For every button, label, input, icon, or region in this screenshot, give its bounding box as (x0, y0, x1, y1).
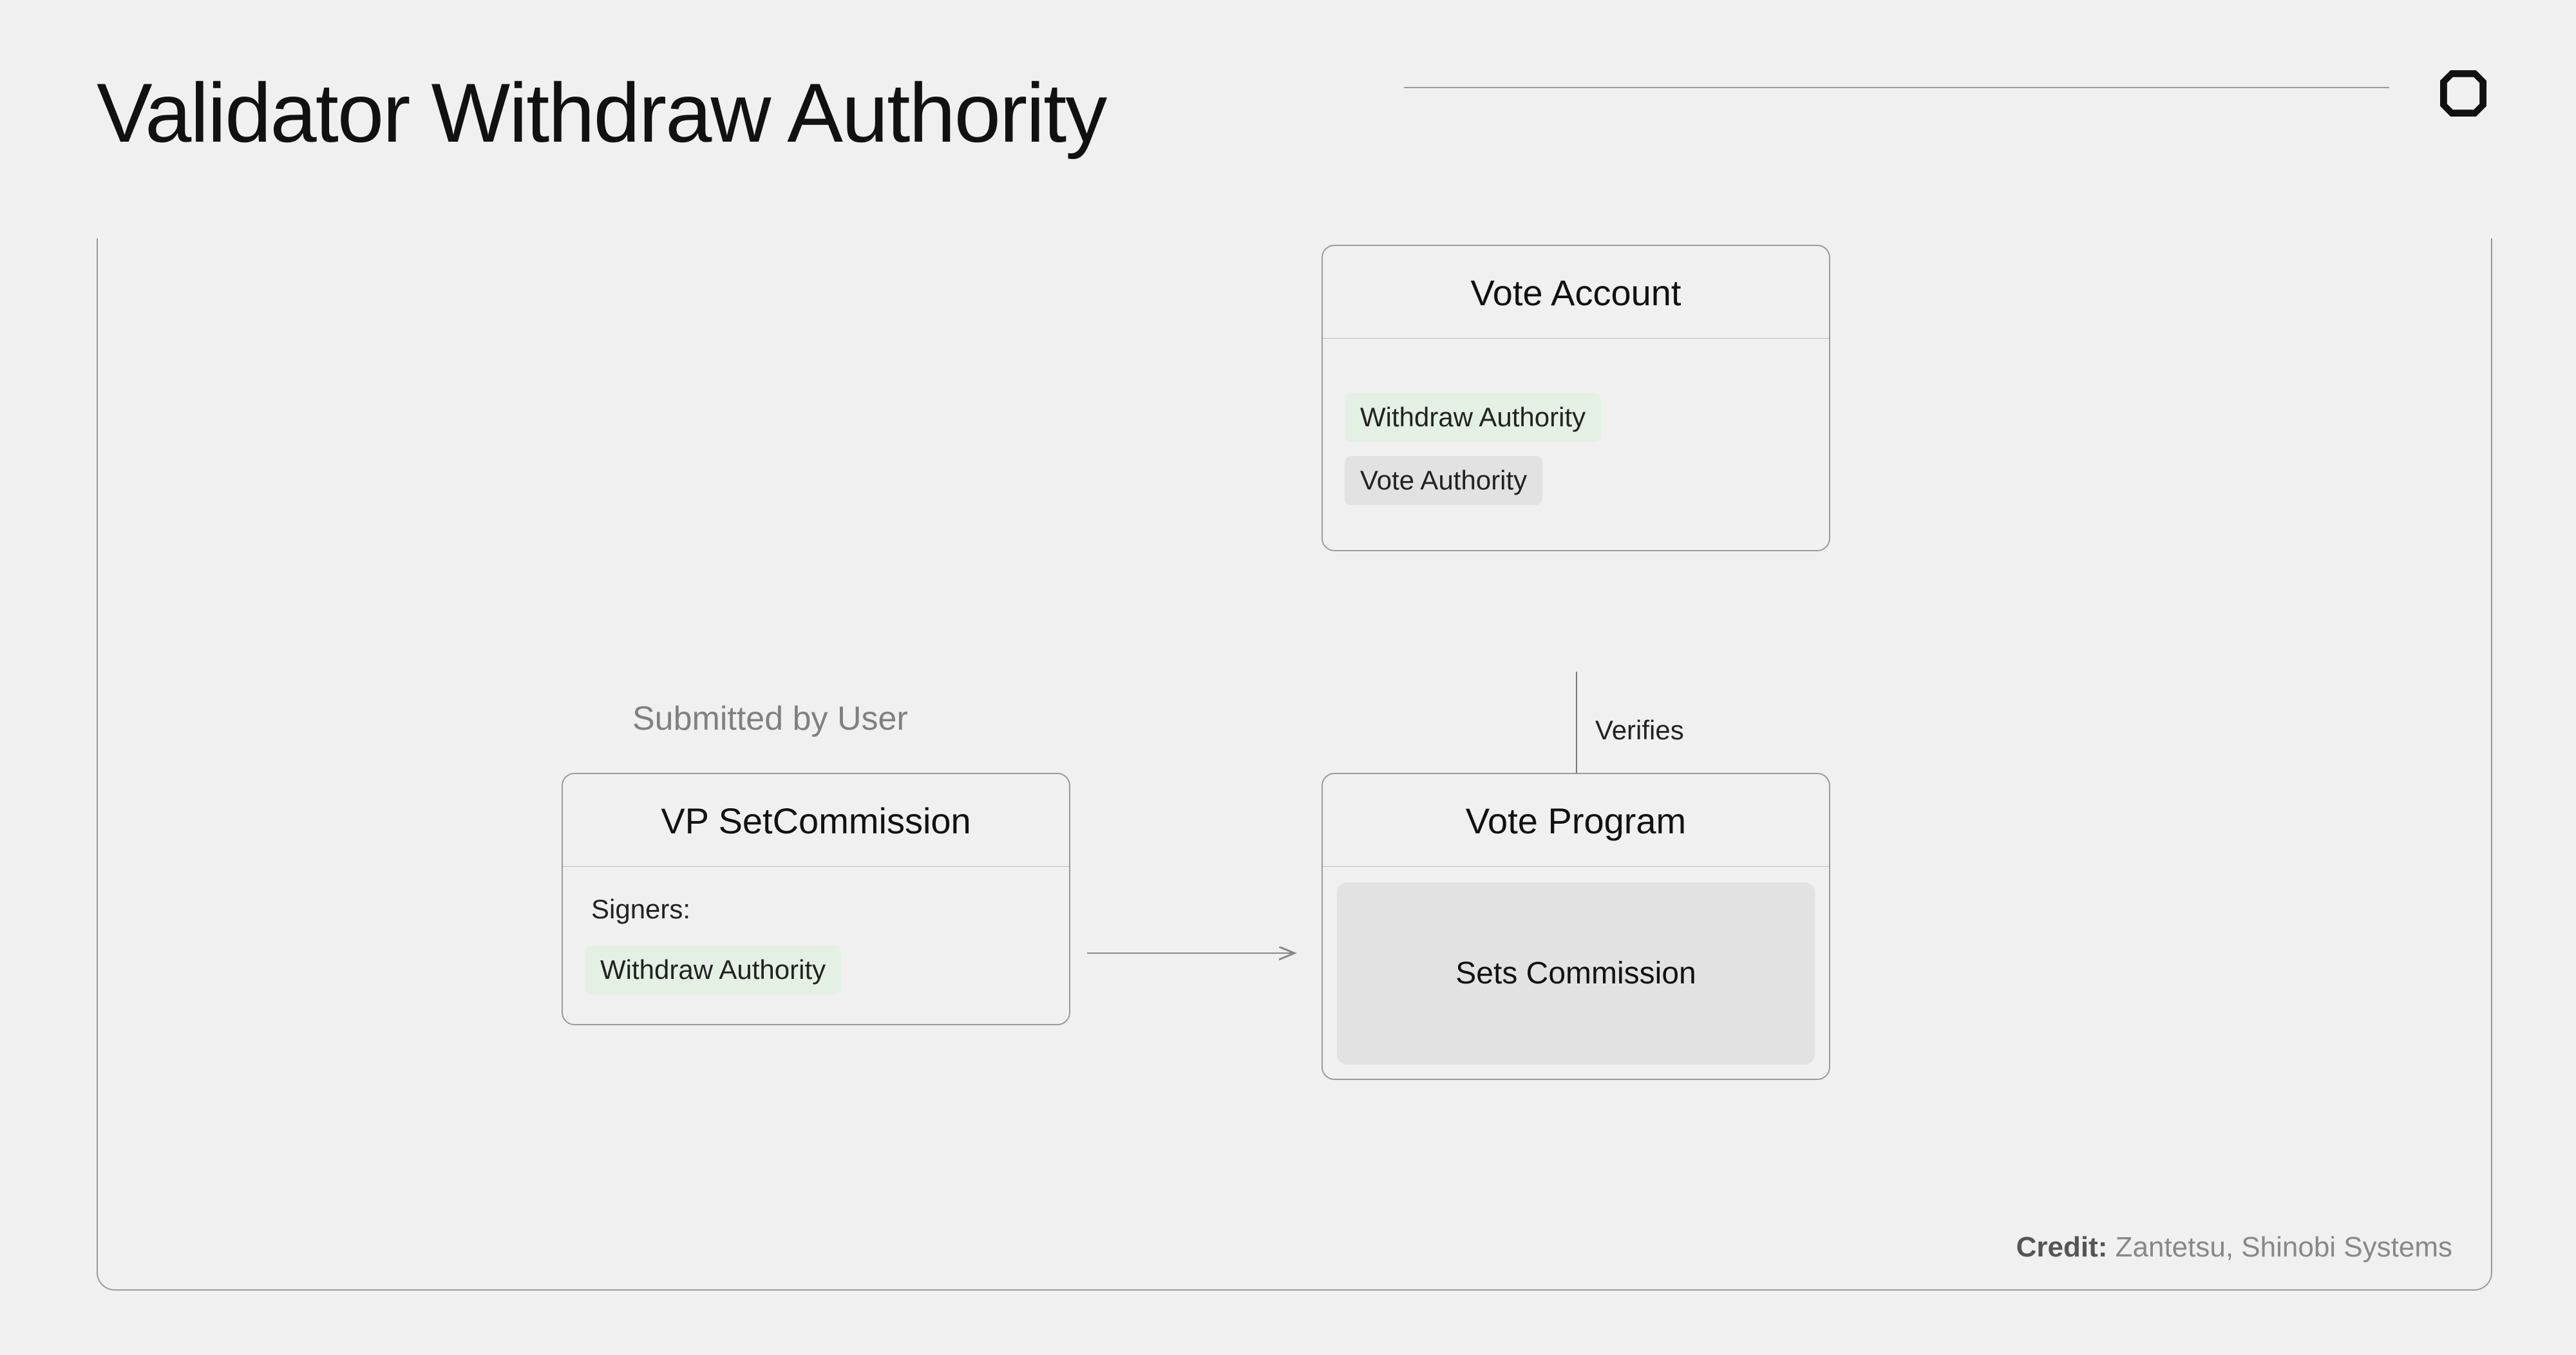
brand-logo-icon (2434, 64, 2492, 122)
action-sets-commission: Sets Commission (1337, 882, 1815, 1065)
node-vp-setcommission: VP SetCommission Signers: Withdraw Autho… (562, 773, 1070, 1025)
node-title: Vote Account (1323, 246, 1829, 339)
credit-label: Credit: (2016, 1231, 2108, 1263)
edge-vote-account-to-program (1576, 672, 1577, 773)
chip-signer-withdraw-authority: Withdraw Authority (585, 945, 841, 994)
node-title: Vote Program (1323, 774, 1829, 867)
chip-withdraw-authority: Withdraw Authority (1345, 393, 1601, 442)
chip-vote-authority: Vote Authority (1345, 456, 1542, 505)
node-vote-program: Vote Program Sets Commission (1321, 773, 1830, 1080)
node-title: VP SetCommission (563, 774, 1069, 867)
header-divider (1404, 87, 2389, 88)
node-vote-account: Vote Account Withdraw Authority Vote Aut… (1321, 245, 1830, 551)
credit-value: Zantetsu, Shinobi Systems (2116, 1231, 2452, 1263)
page-title: Validator Withdraw Authority (97, 64, 1106, 161)
node-body: Withdraw Authority Vote Authority (1323, 339, 1829, 550)
arrow-setcommission-to-program (1087, 940, 1306, 966)
credit-line: Credit: Zantetsu, Shinobi Systems (2016, 1231, 2452, 1264)
node-body: Signers: Withdraw Authority (563, 867, 1069, 1024)
signers-label: Signers: (585, 886, 1047, 938)
diagram-frame: Vote Account Withdraw Authority Vote Aut… (97, 238, 2492, 1291)
diagram: Vote Account Withdraw Authority Vote Aut… (98, 238, 2491, 1289)
edge-label-verifies: Verifies (1595, 715, 1684, 746)
caption-submitted-by-user: Submitted by User (632, 699, 908, 738)
